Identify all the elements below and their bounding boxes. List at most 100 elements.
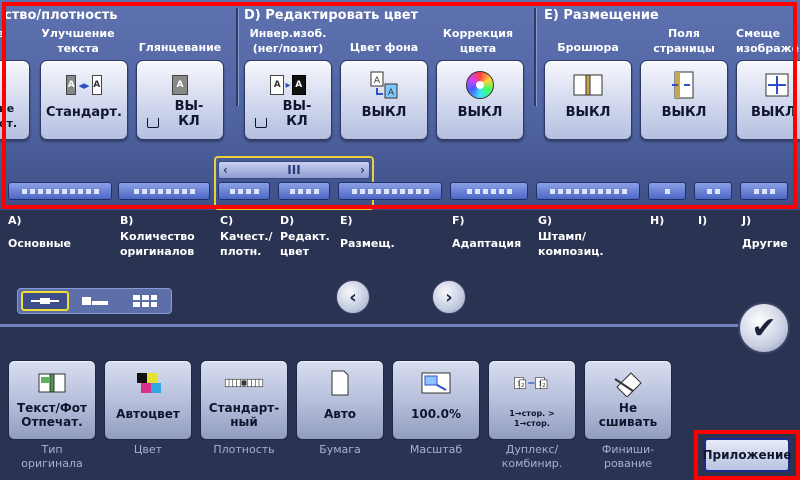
density-button[interactable]: Стандарт- ный [200, 360, 288, 440]
grid-view-icon [133, 295, 157, 307]
section-letter-i: I) [698, 214, 708, 227]
section-name-e[interactable]: Размещ. [340, 236, 395, 251]
section-name-b[interactable]: Количество оригиналов [120, 229, 195, 259]
original-type-button[interactable]: Текст/Фот Отпечат. [8, 360, 96, 440]
nav-seg-g[interactable] [536, 182, 640, 200]
caption-original-type: Тип оригинала [21, 443, 83, 470]
text-enhance-button[interactable]: A ◂▸ A Стандарт. [40, 60, 128, 140]
scroll-right-icon[interactable]: › [360, 163, 365, 177]
color-button[interactable]: Автоцвет [104, 360, 192, 440]
paper-icon [320, 369, 360, 397]
scroll-grip-icon[interactable]: III [287, 163, 300, 177]
nav-seg-d[interactable] [278, 182, 330, 200]
horizontal-scrollbar[interactable]: ‹ III › [218, 161, 370, 179]
bg-color-button[interactable]: A A ВЫКЛ [340, 60, 428, 140]
image-shift-button[interactable]: ВЫКЛ [736, 60, 800, 140]
nav-seg-c[interactable] [218, 182, 270, 200]
svg-text:A: A [388, 88, 395, 98]
page-margin-icon [666, 69, 702, 101]
divider [0, 324, 740, 327]
prev-page-button[interactable]: ‹ [336, 280, 370, 314]
booklet-icon [570, 69, 606, 101]
fn-label-margins: Поля страницы [653, 27, 715, 55]
caption-finishing: Финиши- рование [601, 443, 655, 470]
section-name-a[interactable]: Основные [8, 236, 71, 251]
nav-seg-h[interactable] [648, 182, 686, 200]
application-button[interactable]: Приложение [703, 438, 792, 472]
scroll-left-icon[interactable]: ‹ [223, 163, 228, 177]
next-page-button[interactable]: › [432, 280, 466, 314]
section-letter-j: J) [742, 214, 752, 227]
view-grid-option[interactable] [121, 291, 169, 311]
checkmark-icon: ✔ [751, 310, 777, 346]
section-letter-e: E) [340, 214, 353, 227]
cmyk-icon [128, 369, 168, 397]
section-name-d[interactable]: Редакт. цвет [280, 229, 330, 259]
svg-text:2: 2 [521, 383, 525, 389]
section-letter-d: D) [280, 214, 295, 227]
group-separator [236, 8, 238, 106]
ok-button[interactable]: ✔ [738, 302, 790, 354]
original-type-value: Текст/Фот Отпечат. [16, 401, 88, 429]
density-value: Стандарт- ный [208, 401, 280, 429]
nav-seg-i[interactable] [694, 182, 732, 200]
staple-icon [608, 369, 648, 397]
invert-button[interactable]: A ▸ A ВЫ- КЛ [244, 60, 332, 140]
list-view-icon [31, 298, 59, 304]
view-mode-selector [17, 288, 172, 314]
nav-seg-e[interactable] [338, 182, 442, 200]
section-nav-strip [8, 182, 788, 202]
caption-color: Цвет [133, 443, 163, 456]
view-list-option[interactable] [21, 291, 69, 311]
duplex-icon: 1 2 1 2 [512, 369, 552, 397]
glossy-button[interactable]: A ВЫ- КЛ [136, 60, 224, 140]
fn-label-glossy: Глянцевание [138, 41, 222, 54]
nav-seg-j[interactable] [740, 182, 788, 200]
section-name-c[interactable]: Качест./ плотн. [220, 229, 273, 259]
color-correct-value: ВЫКЛ [457, 105, 503, 120]
caption-zoom: Масштаб [409, 443, 463, 456]
nav-seg-a[interactable] [8, 182, 112, 200]
section-letter-h: H) [650, 214, 665, 227]
color-value: Автоцвет [116, 407, 180, 421]
fn-label-text-enhance: Улучшение текста [41, 27, 115, 55]
glossy-icon: A [162, 69, 198, 101]
paper-value: Авто [323, 407, 357, 421]
nav-seg-f[interactable] [450, 182, 528, 200]
section-name-f[interactable]: Адаптация [452, 236, 521, 251]
density-scale-icon [224, 369, 264, 397]
group-separator [534, 8, 536, 106]
glossy-value: ВЫ- КЛ [174, 99, 204, 129]
caption-density: Плотность [213, 443, 275, 456]
color-correct-button[interactable]: ВЫКЛ [436, 60, 524, 140]
nav-seg-b[interactable] [118, 182, 210, 200]
view-tray-option[interactable] [71, 291, 119, 311]
svg-text:2: 2 [542, 383, 546, 389]
section-name-g[interactable]: Штамп/ композиц. [538, 229, 604, 259]
finishing-value: Не сшивать [598, 401, 658, 429]
fn-label-shift: Смеще изображе [736, 27, 800, 55]
section-letter-a: A) [8, 214, 22, 227]
duplex-button[interactable]: 1 2 1 2 1→стор. > 1→стор. [488, 360, 576, 440]
bg-color-value: ВЫКЛ [361, 105, 407, 120]
color-wheel-icon [462, 69, 498, 101]
image-shift-value: ВЫКЛ [751, 105, 796, 120]
fn-label-color-correct: Коррекция цвета [442, 27, 514, 55]
tray-view-icon [82, 297, 108, 305]
text-enhance-value: Стандарт. [46, 105, 122, 120]
booklet-button[interactable]: ВЫКЛ [544, 60, 632, 140]
invert-icon: A ▸ A [270, 69, 306, 101]
fn-label-booklet: Брошюра [557, 41, 619, 54]
chevron-left-icon: ‹ [349, 286, 357, 308]
section-letter-g: G) [538, 214, 553, 227]
bg-color-icon: A A [366, 69, 402, 101]
finishing-button[interactable]: Не сшивать [584, 360, 672, 440]
margins-button[interactable]: ВЫКЛ [640, 60, 728, 140]
section-name-j[interactable]: Другие [742, 236, 788, 251]
partial-left-button[interactable]: ие от. [0, 60, 30, 140]
original-type-icon [32, 369, 72, 397]
group-title-color-edit: D) Редактировать цвет [244, 8, 419, 23]
zoom-button[interactable]: 100.0% [392, 360, 480, 440]
svg-text:A: A [374, 76, 381, 86]
paper-button[interactable]: Авто [296, 360, 384, 440]
